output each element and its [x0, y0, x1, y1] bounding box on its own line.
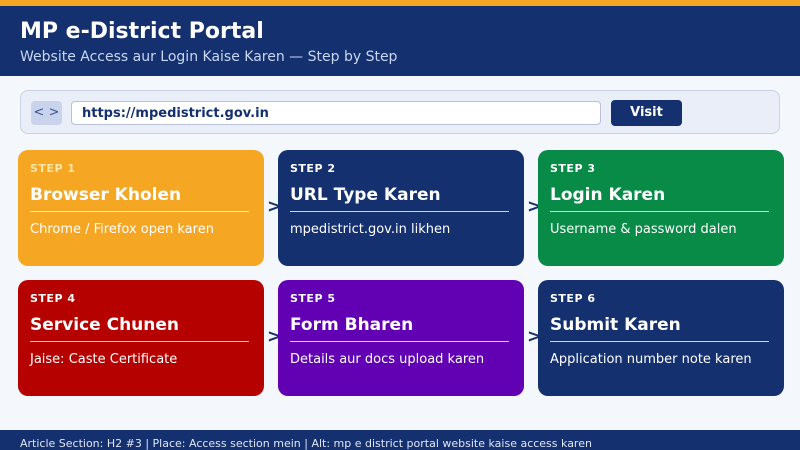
- step-description: mpedistrict.gov.in likhen: [290, 222, 451, 237]
- step-title: Service Chunen: [30, 315, 180, 335]
- header-banner: MP e-District Portal Website Access aur …: [0, 6, 800, 76]
- step-card-6: STEP 6 Submit Karen Application number n…: [538, 280, 784, 396]
- step-card-3: STEP 3 Login Karen Username & password d…: [538, 150, 784, 266]
- step-card-5: STEP 5 Form Bharen Details aur docs uplo…: [278, 280, 524, 396]
- step-title: Form Bharen: [290, 315, 414, 335]
- step-description: Chrome / Firefox open karen: [30, 222, 214, 237]
- step-description: Details aur docs upload karen: [290, 352, 485, 367]
- step-card-4: STEP 4 Service Chunen Jaise: Caste Certi…: [18, 280, 264, 396]
- step-label: STEP 6: [550, 292, 596, 305]
- step-card-2: STEP 2 URL Type Karen mpedistrict.gov.in…: [278, 150, 524, 266]
- step-title: Login Karen: [550, 185, 666, 205]
- page-title: MP e-District Portal: [20, 19, 264, 44]
- step-divider: [30, 341, 249, 342]
- step-divider: [550, 211, 769, 212]
- step-label: STEP 3: [550, 162, 596, 175]
- step-description: Jaise: Caste Certificate: [30, 352, 178, 367]
- step-divider: [550, 341, 769, 342]
- step-label: STEP 5: [290, 292, 336, 305]
- step-divider: [30, 211, 249, 212]
- article-meta-footer: Article Section: H2 #3 | Place: Access s…: [0, 430, 800, 450]
- step-label: STEP 1: [30, 162, 76, 175]
- step-label: STEP 2: [290, 162, 336, 175]
- step-label: STEP 4: [30, 292, 76, 305]
- step-card-1: STEP 1 Browser Kholen Chrome / Firefox o…: [18, 150, 264, 266]
- step-description: Application number note karen: [550, 352, 752, 367]
- step-description: Username & password dalen: [550, 222, 737, 237]
- step-title: Submit Karen: [550, 315, 681, 335]
- visit-button[interactable]: Visit: [611, 100, 682, 126]
- page-subtitle: Website Access aur Login Kaise Karen — S…: [20, 49, 398, 65]
- browser-address-bar: < > Visit: [20, 90, 780, 134]
- step-divider: [290, 211, 509, 212]
- step-title: URL Type Karen: [290, 185, 441, 205]
- url-input[interactable]: [71, 101, 601, 125]
- step-divider: [290, 341, 509, 342]
- back-forward-nav-button[interactable]: < >: [31, 101, 62, 125]
- step-title: Browser Kholen: [30, 185, 182, 205]
